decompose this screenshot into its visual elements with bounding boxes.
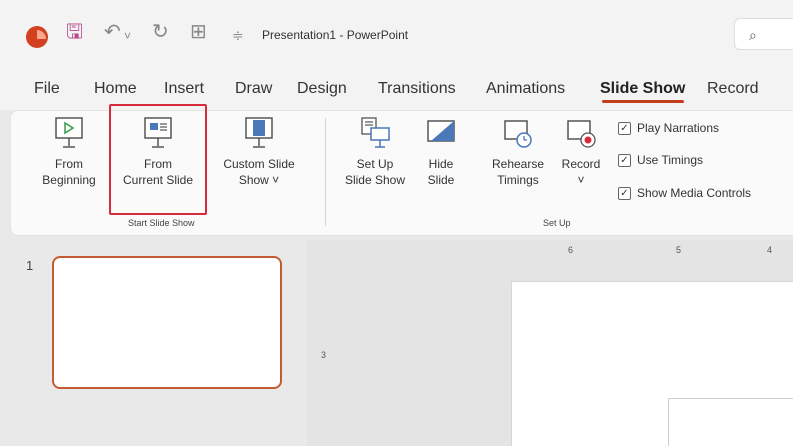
- from-beginning-button[interactable]: From Beginning: [32, 116, 106, 188]
- ruler-tick: 5: [676, 245, 682, 255]
- tab-file[interactable]: File: [34, 80, 60, 98]
- setup-show-label-1: Set Up: [356, 157, 394, 171]
- play-from-start-icon: [55, 117, 83, 148]
- start-slide-show-group-label: Start Slide Show: [128, 218, 195, 228]
- setup-show-label-2: Slide Show: [344, 173, 406, 187]
- save-icon[interactable]: 🖫: [66, 22, 83, 42]
- rehearse-timings-icon: [504, 120, 532, 148]
- slide-thumbnail[interactable]: [52, 256, 282, 389]
- show-media-controls-checkbox[interactable]: ✓ Show Media Controls: [618, 186, 751, 200]
- text-placeholder[interactable]: [668, 398, 793, 446]
- tab-insert[interactable]: Insert: [164, 80, 204, 98]
- record-label-1: Record: [561, 157, 601, 171]
- record-dropdown-icon[interactable]: ˅: [556, 172, 606, 188]
- search-box[interactable]: ⌕: [734, 18, 793, 50]
- present-icon[interactable]: ⊞: [190, 22, 207, 42]
- redo-icon[interactable]: ↻: [152, 22, 169, 42]
- set-up-slide-show-button[interactable]: Set Up Slide Show: [334, 116, 416, 188]
- vertical-ruler: 3: [318, 284, 332, 446]
- hide-slide-button[interactable]: Hide Slide: [418, 116, 464, 188]
- undo-dropdown-icon[interactable]: ˅: [124, 30, 131, 42]
- ruler-tick: 6: [568, 245, 574, 255]
- setup-show-icon: [361, 117, 390, 148]
- horizontal-ruler: 6 5 4: [510, 243, 793, 257]
- use-timings-checkbox[interactable]: ✓ Use Timings: [618, 153, 703, 167]
- checkmark-icon: ✓: [618, 153, 631, 167]
- customize-qat-icon[interactable]: ≑: [232, 28, 244, 42]
- ruler-tick: 4: [767, 245, 773, 255]
- checkmark-icon: ✓: [618, 186, 631, 200]
- rehearse-label-1: Rehearse: [491, 157, 545, 171]
- use-timings-label: Use Timings: [637, 153, 704, 167]
- highlight-box: [109, 104, 207, 215]
- custom-show-label-1: Custom Slide: [223, 157, 295, 171]
- search-icon: ⌕: [749, 27, 757, 43]
- document-title: Presentation1 - PowerPoint: [262, 28, 409, 42]
- powerpoint-logo-icon: [26, 26, 48, 48]
- from-beginning-label-1: From: [55, 157, 83, 171]
- slide-number: 1: [26, 258, 34, 273]
- title-bar: 🖫 ↶ ˅ ↻ ⊞ ≑ Presentation1 - PowerPoint ⌕: [0, 0, 793, 66]
- rehearse-timings-button[interactable]: Rehearse Timings: [486, 116, 550, 188]
- checkmark-icon: ✓: [618, 121, 631, 135]
- hide-slide-label-2: Slide: [427, 173, 455, 187]
- tab-transitions[interactable]: Transitions: [378, 80, 456, 98]
- active-tab-indicator: [602, 100, 684, 103]
- rehearse-label-2: Timings: [497, 173, 539, 187]
- group-separator: [325, 118, 326, 226]
- play-narrations-checkbox[interactable]: ✓ Play Narrations: [618, 121, 719, 135]
- show-media-controls-label: Show Media Controls: [637, 186, 752, 200]
- tab-record[interactable]: Record: [707, 80, 759, 98]
- record-slide-icon: [567, 120, 596, 148]
- custom-show-label-2: Show ˅: [238, 173, 280, 187]
- record-button[interactable]: Record ˅: [556, 116, 606, 188]
- custom-show-icon: [245, 117, 273, 148]
- hide-slide-icon: [427, 120, 455, 142]
- custom-slide-show-button[interactable]: Custom Slide Show ˅: [214, 116, 304, 188]
- tab-home[interactable]: Home: [94, 80, 137, 98]
- ruler-tick: 3: [321, 350, 327, 360]
- tab-slide-show[interactable]: Slide Show: [600, 80, 685, 98]
- undo-icon[interactable]: ↶: [104, 22, 121, 42]
- tab-animations[interactable]: Animations: [486, 80, 565, 98]
- tab-draw[interactable]: Draw: [235, 80, 272, 98]
- set-up-group-label: Set Up: [543, 218, 571, 228]
- hide-slide-label-1: Hide: [428, 157, 454, 171]
- from-beginning-label-2: Beginning: [42, 173, 96, 187]
- tab-design[interactable]: Design: [297, 80, 347, 98]
- play-narrations-label: Play Narrations: [637, 121, 720, 135]
